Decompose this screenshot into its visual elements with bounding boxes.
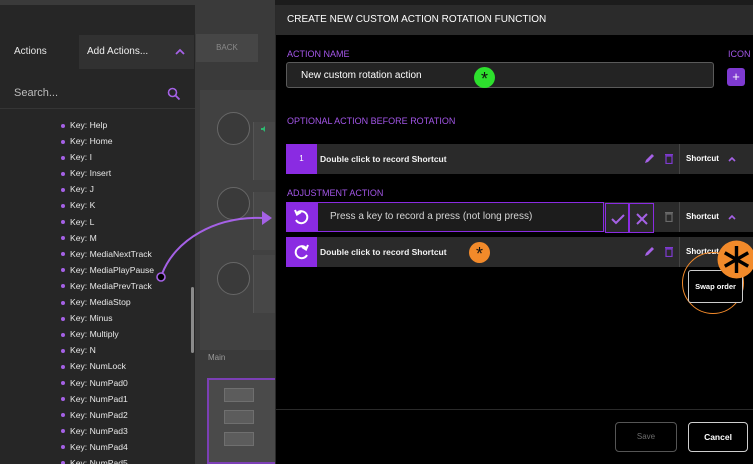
search-input[interactable]: [14, 87, 154, 99]
key-list-item[interactable]: Key: L: [0, 214, 190, 230]
background-tile: [253, 192, 275, 250]
pencil-icon[interactable]: [644, 153, 655, 164]
key-action-list: Key: Help Key: Home Key: I Key: Insert Key: …: [0, 117, 190, 464]
key-list-item[interactable]: Key: NumPad3: [0, 423, 190, 439]
key-list-item[interactable]: Key: Home: [0, 133, 190, 149]
chevron-up-icon: [175, 48, 185, 55]
icon-label: ICON: [728, 49, 751, 59]
orange-asterisk-marker: [717, 240, 753, 279]
orange-asterisk-marker: *: [469, 242, 490, 264]
action-number: 1: [286, 144, 317, 174]
actions-label: Actions: [14, 46, 47, 57]
green-asterisk-marker: *: [474, 67, 495, 89]
key-list-item[interactable]: Key: Minus: [0, 310, 190, 326]
key-list-item[interactable]: Key: J: [0, 181, 190, 197]
key-list-item[interactable]: Key: NumPad5: [0, 455, 190, 464]
pre-rotation-action-row[interactable]: 1 Double click to record Shortcut Shortc…: [286, 144, 753, 174]
pencil-icon[interactable]: [644, 246, 655, 257]
key-list-item[interactable]: Key: I: [0, 149, 190, 165]
adjustment-action-row[interactable]: Double click to record Shortcut Shortcut: [286, 237, 753, 267]
key-list-item[interactable]: Key: MediaPlayPause: [0, 262, 190, 278]
sidebar-scrollbar[interactable]: [191, 287, 194, 353]
rotate-left-icon: [286, 202, 317, 232]
dialog-footer-divider: [276, 409, 753, 410]
thumbnail-item: [224, 432, 254, 446]
key-list-item[interactable]: Key: NumPad2: [0, 407, 190, 423]
cancel-record-button[interactable]: [629, 203, 654, 233]
row-divider: [679, 237, 680, 267]
main-section-label: Main: [208, 353, 226, 362]
record-shortcut-text: Double click to record Shortcut: [320, 154, 447, 164]
key-record-prompt: Press a key to record a press (not long …: [330, 211, 533, 222]
actions-sidebar: Actions Add Actions... Key: HelpKey: Hom…: [0, 0, 195, 464]
key-list-item[interactable]: Key: NumPad1: [0, 391, 190, 407]
confirm-button[interactable]: [605, 203, 629, 233]
key-list-item[interactable]: Key: NumPad0: [0, 375, 190, 391]
thumbnail-item: [224, 388, 254, 402]
chevron-up-icon[interactable]: [727, 154, 737, 164]
save-button[interactable]: Save: [615, 422, 677, 452]
trash-icon[interactable]: [664, 153, 674, 164]
key-list-item[interactable]: Key: K: [0, 197, 190, 213]
add-icon-button[interactable]: +: [727, 68, 745, 86]
action-name-field[interactable]: New custom rotation action: [286, 62, 714, 88]
dialog-title: CREATE NEW CUSTOM ACTION ROTATION FUNCTI…: [287, 14, 547, 25]
cancel-button[interactable]: Cancel: [688, 422, 748, 452]
trash-icon[interactable]: [664, 211, 674, 222]
dial-circle: [217, 187, 250, 220]
action-type-select[interactable]: Shortcut: [686, 212, 719, 221]
main-page-thumbnail: [207, 378, 277, 464]
search-icon[interactable]: [167, 87, 181, 101]
custom-rotation-dialog: CREATE NEW CUSTOM ACTION ROTATION FUNCTI…: [275, 5, 753, 464]
key-list-item[interactable]: Key: MediaPrevTrack: [0, 278, 190, 294]
close-icon: [636, 213, 648, 225]
trash-icon[interactable]: [664, 246, 674, 257]
key-list-item[interactable]: Key: N: [0, 342, 190, 358]
row-divider: [679, 202, 680, 232]
key-list-item[interactable]: Key: Multiply: [0, 326, 190, 342]
chevron-up-icon[interactable]: [727, 212, 737, 222]
key-record-field[interactable]: Press a key to record a press (not long …: [317, 202, 654, 233]
action-type-select[interactable]: Shortcut: [686, 154, 719, 163]
search-bar: [0, 81, 195, 109]
key-list-item[interactable]: Key: MediaNextTrack: [0, 246, 190, 262]
action-name-value: New custom rotation action: [301, 70, 422, 81]
key-list-item[interactable]: Key: NumPad4: [0, 439, 190, 455]
key-list-item[interactable]: Key: Help: [0, 117, 190, 133]
thumbnail-item: [224, 410, 254, 424]
row-divider: [679, 144, 680, 174]
adjustment-action-label: ADJUSTMENT ACTION: [287, 188, 384, 198]
rotate-right-icon: [286, 237, 317, 267]
dial-circle: [217, 112, 250, 145]
optional-action-label: OPTIONAL ACTION BEFORE ROTATION: [287, 116, 456, 126]
back-button[interactable]: BACK: [196, 34, 258, 62]
action-name-label: ACTION NAME: [287, 49, 350, 59]
add-actions-label: Add Actions...: [87, 46, 149, 57]
key-list-item[interactable]: Key: MediaStop: [0, 294, 190, 310]
key-list-item[interactable]: Key: NumLock: [0, 358, 190, 374]
sidebar-header: Actions Add Actions...: [0, 35, 195, 71]
background-tile: [253, 255, 275, 313]
check-icon: [611, 214, 625, 225]
key-list-item[interactable]: Key: Insert: [0, 165, 190, 181]
dial-circle: [217, 262, 250, 295]
record-shortcut-text: Double click to record Shortcut: [320, 247, 447, 257]
key-list-item[interactable]: Key: M: [0, 230, 190, 246]
dialog-header: CREATE NEW CUSTOM ACTION ROTATION FUNCTI…: [276, 5, 753, 35]
add-actions-dropdown[interactable]: Add Actions...: [79, 35, 194, 69]
volume-icon: [261, 126, 265, 132]
adjustment-action-row[interactable]: Press a key to record a press (not long …: [286, 202, 753, 233]
